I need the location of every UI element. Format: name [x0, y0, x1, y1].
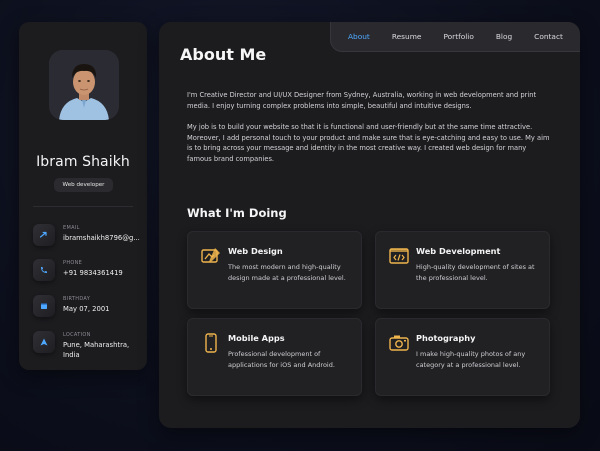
about-paragraph: I'm Creative Director and UI/UX Designer… [187, 91, 537, 110]
service-title: Web Design [228, 246, 283, 256]
code-icon [388, 245, 410, 267]
contact-label: BIRTHDAY [63, 296, 91, 302]
profile-name: Ibram Shaikh [36, 154, 130, 170]
contact-email: EMAIL ibramshaikh8796@g... [33, 224, 143, 254]
main-panel: About Resume Portfolio Blog Contact Abou… [159, 22, 580, 428]
contact-label: EMAIL [63, 225, 80, 231]
contact-location: LOCATION Pune, Maharashtra, India [33, 331, 143, 361]
email-link[interactable]: ibramshaikh8796@g... [63, 233, 141, 243]
nav-blog[interactable]: Blog [496, 32, 512, 41]
contact-label: PHONE [63, 260, 83, 266]
service-text: Professional development of applications… [228, 350, 335, 369]
camera-icon [388, 332, 410, 354]
service-text: High-quality development of sites at the… [416, 263, 535, 282]
sidebar-separator [33, 206, 133, 207]
service-card-web-development: Web Development High-quality development… [375, 231, 550, 309]
mail-icon [33, 224, 55, 246]
calendar-icon [33, 295, 55, 317]
section-title: What I'm Doing [187, 206, 287, 220]
service-text: I make high-quality photos of any catego… [416, 350, 526, 369]
service-text: The most modern and high-quality design … [228, 263, 346, 282]
location-icon [33, 331, 55, 353]
service-card-photography: Photography I make high-quality photos o… [375, 318, 550, 396]
service-title: Web Development [416, 246, 501, 256]
avatar [49, 50, 119, 120]
nav-contact[interactable]: Contact [534, 32, 563, 41]
mobile-icon [200, 332, 222, 354]
navbar: About Resume Portfolio Blog Contact [330, 22, 580, 52]
page-title: About Me [180, 45, 267, 64]
phone-icon [33, 259, 55, 281]
service-card-web-design: Web Design The most modern and high-qual… [187, 231, 362, 309]
service-card-mobile-apps: Mobile Apps Professional development of … [187, 318, 362, 396]
contact-birthday: BIRTHDAY May 07, 2001 [33, 295, 143, 325]
profile-sidebar: Ibram Shaikh Web developer EMAIL ibramsh… [19, 22, 147, 370]
avatar-photo [49, 50, 119, 120]
contact-phone: PHONE +91 9834361419 [33, 259, 143, 289]
nav-resume[interactable]: Resume [392, 32, 422, 41]
service-title: Mobile Apps [228, 333, 285, 343]
nav-about[interactable]: About [348, 32, 370, 41]
design-icon [200, 245, 222, 267]
location-value: Pune, Maharashtra, India [63, 341, 130, 359]
birthday-value: May 07, 2001 [63, 305, 110, 313]
contact-label: LOCATION [63, 332, 91, 338]
role-badge: Web developer [54, 178, 113, 192]
about-paragraph: My job is to build your website so that … [187, 123, 550, 163]
phone-link[interactable]: +91 9834361419 [63, 268, 141, 278]
nav-portfolio[interactable]: Portfolio [443, 32, 473, 41]
service-title: Photography [416, 333, 476, 343]
